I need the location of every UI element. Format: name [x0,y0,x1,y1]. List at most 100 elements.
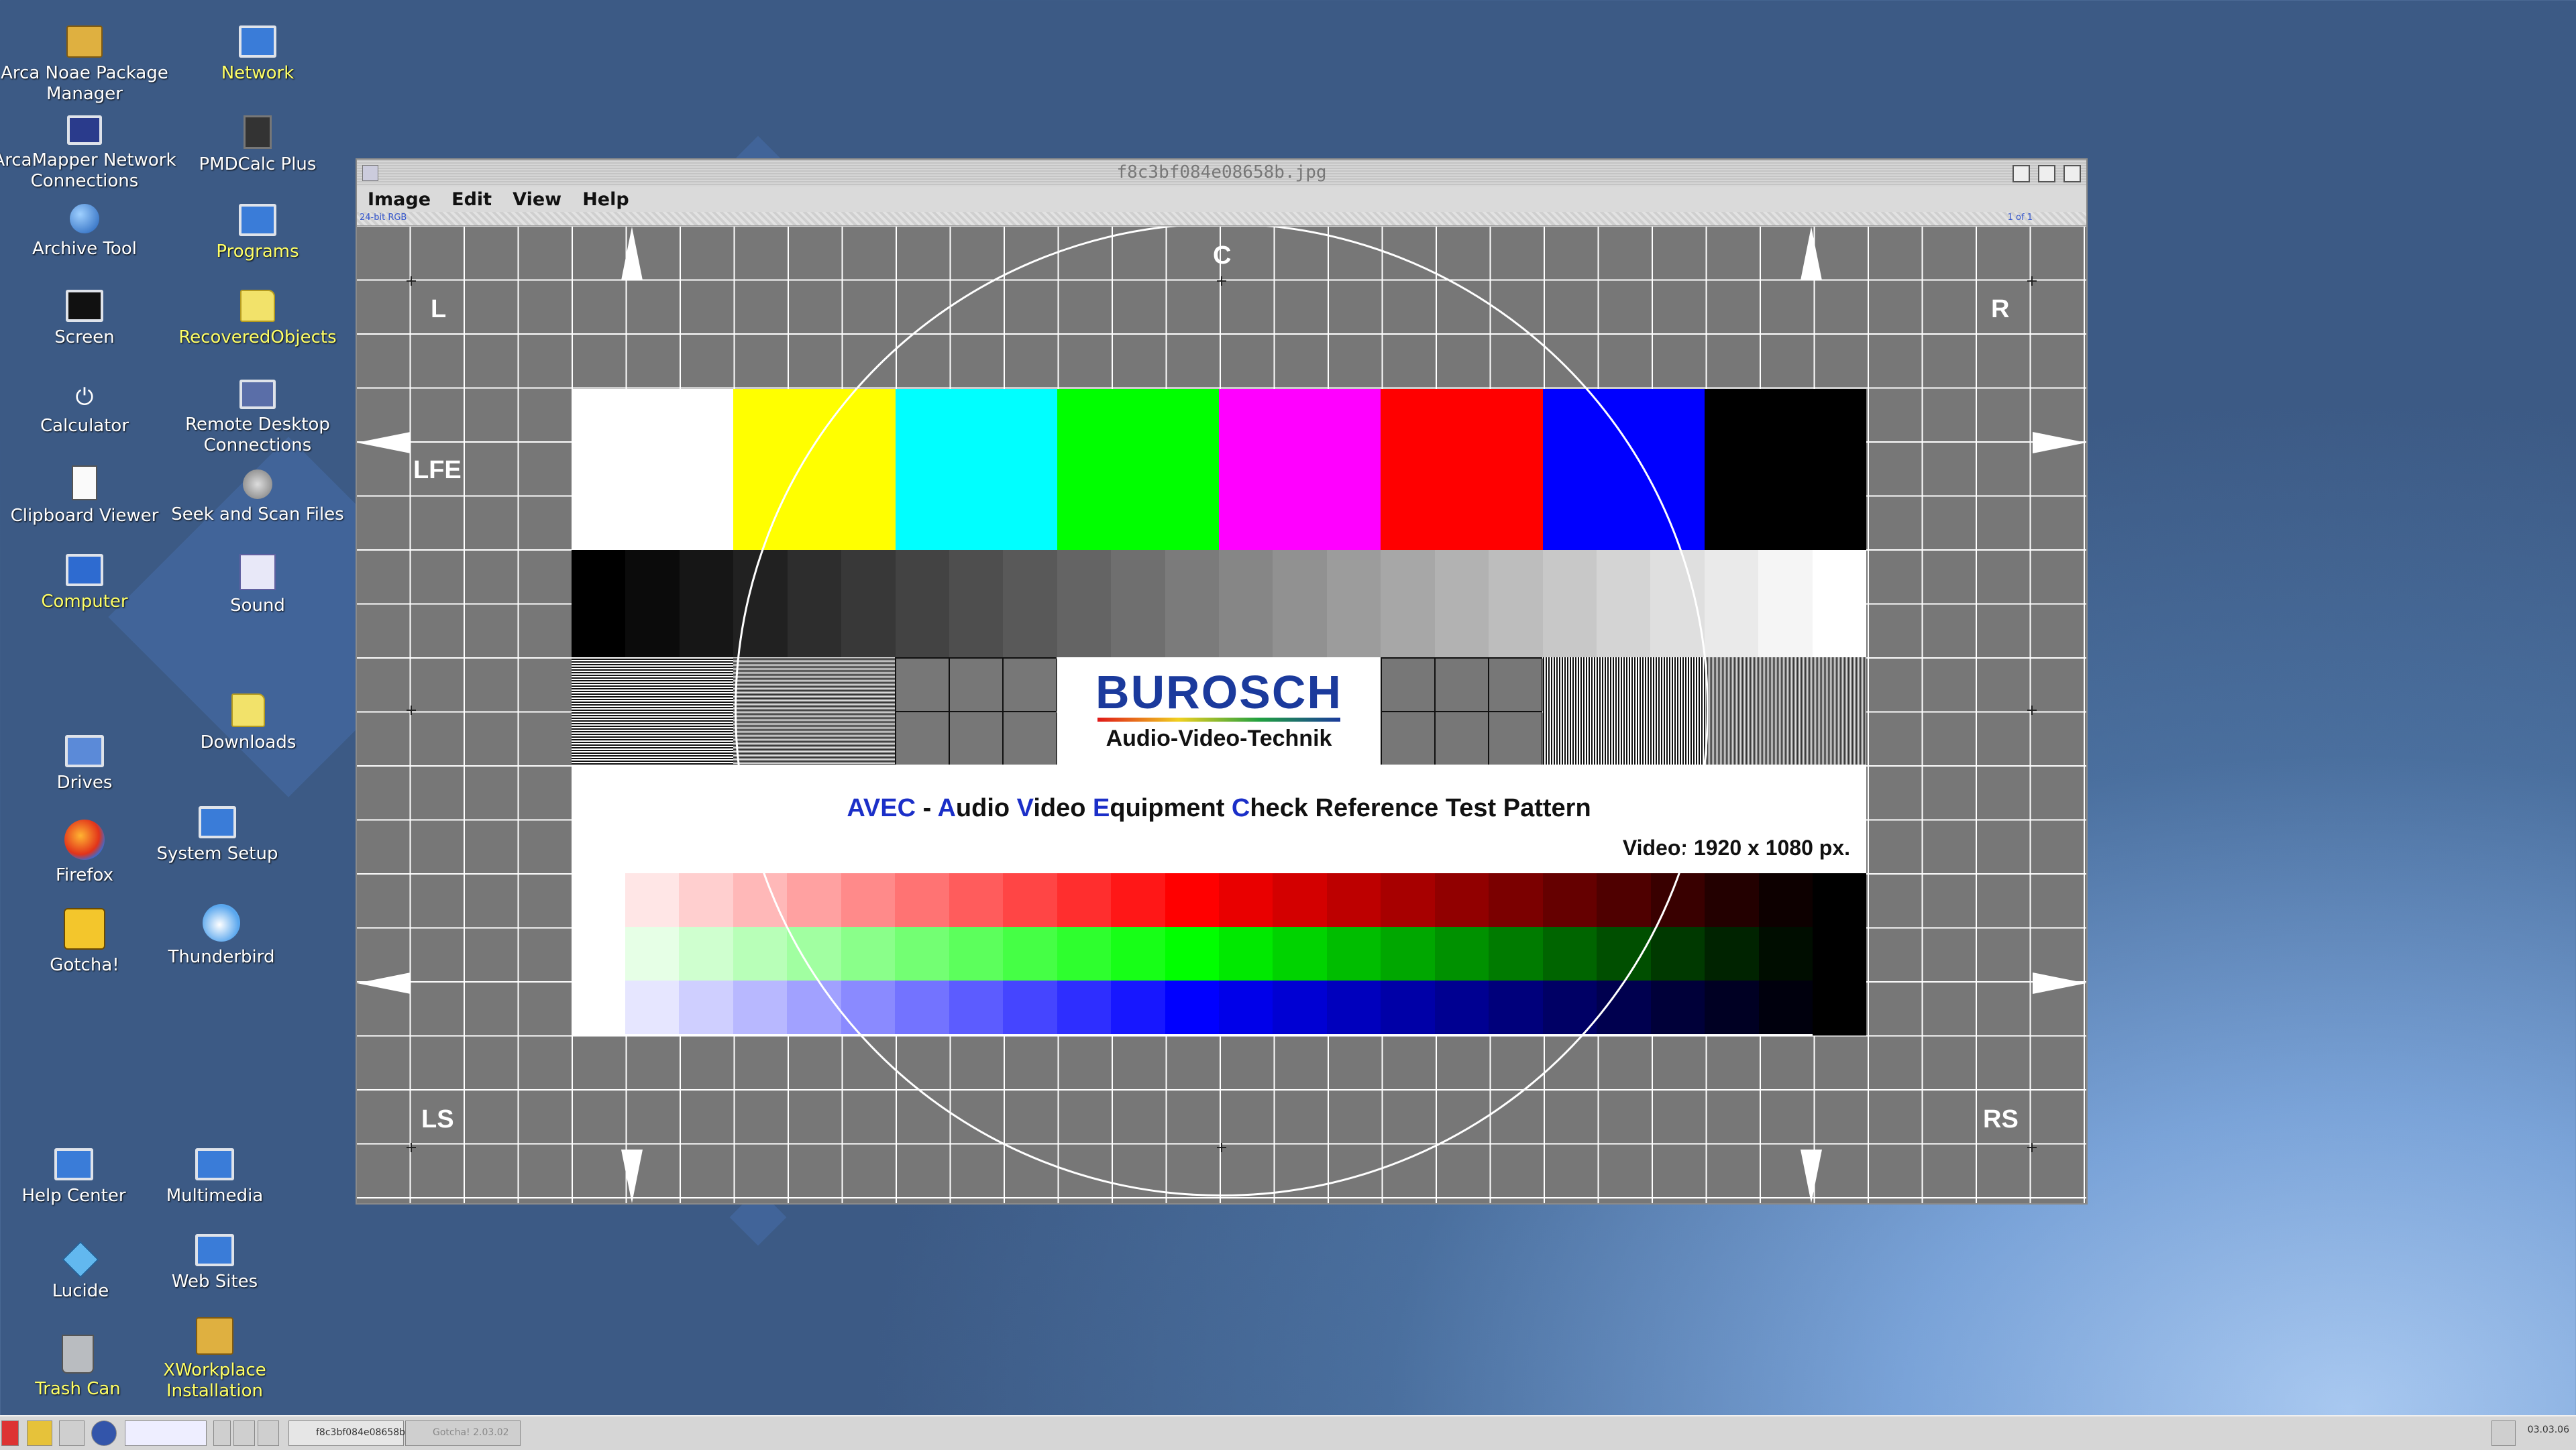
ramp-step [679,981,733,1034]
lock-icon[interactable] [27,1420,52,1446]
menu-edit[interactable]: Edit [441,186,492,210]
crosshair-mark [2027,276,2037,286]
title-bar[interactable]: f8c3bf084e08658b.jpg [357,160,2086,187]
cpu-monitor [125,1420,207,1446]
clock: 03.03.06 [2527,1425,2569,1435]
arrow-down-icon [1801,1150,1822,1203]
install-icon [196,1317,233,1355]
menu-view[interactable]: View [502,186,561,210]
crosshair-mark [1217,276,1226,286]
desktop-icon-drives[interactable]: Drives [0,735,178,793]
calculator-icon [244,115,272,149]
gray-step [1704,550,1759,657]
label-rs: RS [1983,1105,2019,1133]
arrow-down-icon [621,1150,643,1203]
arrow-right-icon [2033,432,2086,453]
crosshair-mark [1217,1143,1226,1152]
image-viewer-window: f8c3bf084e08658b.jpg Image Edit View Hel… [356,158,2088,1205]
clipboard-icon [72,465,97,500]
multimedia-icon [195,1148,234,1180]
desktop-icon-archive-tool[interactable]: Archive Tool [0,204,178,260]
taskbar: f8c3bf084e08658b.jpg Gotcha! 2.03.02 03.… [0,1415,2576,1450]
crosshair-mark [2027,706,2037,715]
gotcha-icon [64,908,105,950]
ramp-step [1705,927,1759,981]
gray-step [1758,550,1813,657]
gray-step [1812,550,1867,657]
horizontal-lines-fine [572,657,733,765]
desktop-icon-computer[interactable]: Computer [0,554,178,612]
ramp-step [1705,981,1759,1034]
desktop-icon-clipboard-viewer[interactable]: Clipboard Viewer [0,465,178,526]
desktop-icon-sound[interactable]: Sound [164,554,352,616]
maximize-icon[interactable] [2063,165,2081,182]
task-gotcha[interactable]: Gotcha! 2.03.02 [405,1420,521,1446]
arrow-left-icon [357,432,411,453]
sound-icon [239,554,276,590]
arrow-right-icon [2033,972,2086,994]
lucide-icon [62,1241,99,1278]
desktop-icon-system-setup[interactable]: System Setup [123,806,311,865]
label-ls: LS [421,1105,454,1133]
desktop-icon-web-sites[interactable]: Web Sites [121,1234,309,1292]
desktop-icon-arcamapper[interactable]: ArcaMapper Network Connections [0,115,178,192]
ramp-step [1650,927,1705,981]
edit-icon[interactable] [2012,165,2030,182]
folder-icon [231,693,265,727]
package-icon [66,25,103,58]
folder-icon[interactable] [213,1420,231,1446]
desktop-icon-xworkplace[interactable]: XWorkplace Installation [121,1317,309,1402]
gray-step [572,550,626,657]
power-icon[interactable] [91,1420,117,1446]
desktop-icon[interactable] [258,1420,279,1446]
desktop-icon-downloads[interactable]: Downloads [154,693,342,753]
crosshair-mark [407,276,416,286]
label-lfe: LFE [413,456,462,484]
center-circle [735,227,1709,1196]
ramp-step [679,873,733,927]
desktop-icon-screen[interactable]: Screen [0,290,178,348]
ramp-step [625,927,680,981]
minimize-icon[interactable] [2038,165,2055,182]
help-icon [54,1148,93,1180]
ramp-step [1758,981,1813,1034]
computer-icon [66,554,103,586]
task-image-viewer[interactable]: f8c3bf084e08658b.jpg [288,1420,423,1446]
ramp-black-end [1813,873,1866,1036]
desktop-icon-pmdcalc[interactable]: PMDCalc Plus [164,115,352,175]
archive-icon [70,204,99,233]
ramp-step [733,927,788,981]
arrow-up-icon [621,227,643,280]
calculator-icon: ⏻ [75,384,94,410]
desktop-icon-recovered-objects[interactable]: RecoveredObjects [164,290,352,348]
desktop-icon-multimedia[interactable]: Multimedia [121,1148,309,1207]
search-icon [243,469,272,499]
menu-image[interactable]: Image [357,186,431,210]
ramp-step [625,981,680,1034]
ramp-step [1758,927,1813,981]
label-r: R [1991,295,2010,323]
desktop-icon-seek-and-scan[interactable]: Seek and Scan Files [164,469,352,525]
trash-icon [62,1335,94,1374]
menu-bar: Image Edit View Help [357,186,2086,212]
drives-icon [65,735,104,767]
desktop-icon-thunderbird[interactable]: Thunderbird [127,904,315,968]
search-icon[interactable] [59,1420,85,1446]
close-icon[interactable] [1,1420,19,1446]
desktop-icon-remote-desktop[interactable]: Remote Desktop Connections [164,380,352,456]
desktop-icon-calculator[interactable]: ⏻ Calculator [0,376,178,437]
settings-icon [199,806,236,838]
color-bar [572,389,734,550]
desktop-icon-network[interactable]: Network [164,25,352,84]
desktop-icon-programs[interactable]: Programs [164,204,352,262]
window-list-icon[interactable] [233,1420,255,1446]
crosshair-mark [407,1143,416,1152]
crosshair-mark [407,706,416,715]
eject-icon[interactable] [2491,1420,2516,1446]
menu-help[interactable]: Help [572,186,629,210]
ramp-step [1705,873,1759,927]
label-c: C [1213,241,1232,270]
remote-desktop-icon [239,380,276,409]
desktop-icon-arca-noae[interactable]: Arca Noae Package Manager [0,25,178,105]
gray-step [625,550,680,657]
